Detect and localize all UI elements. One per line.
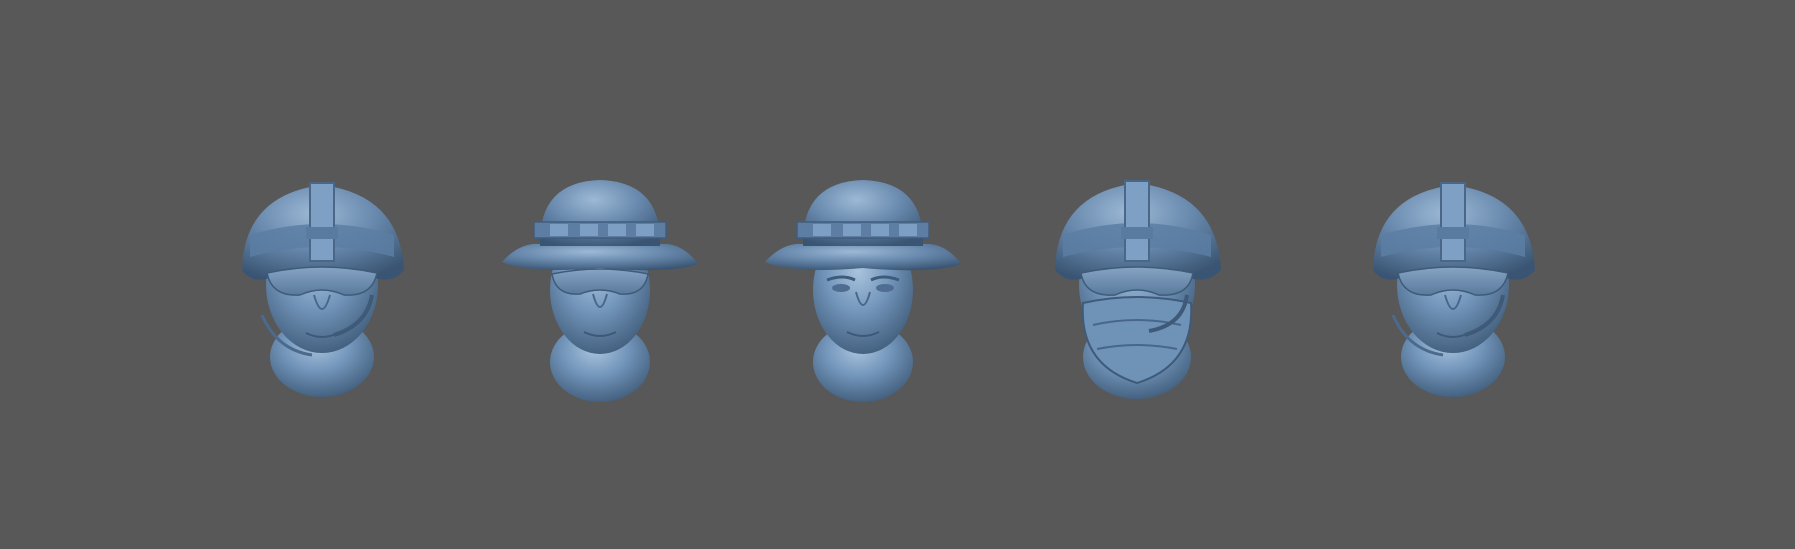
helmet-head-model[interactable] <box>1353 165 1553 405</box>
boonie-hat-head-model[interactable] <box>500 172 700 412</box>
boonie-hat-head-model[interactable] <box>763 172 963 412</box>
helmet-head-model[interactable] <box>222 165 422 405</box>
3d-viewport[interactable] <box>0 0 1795 549</box>
helmet-masked-head-model[interactable] <box>1037 165 1237 405</box>
